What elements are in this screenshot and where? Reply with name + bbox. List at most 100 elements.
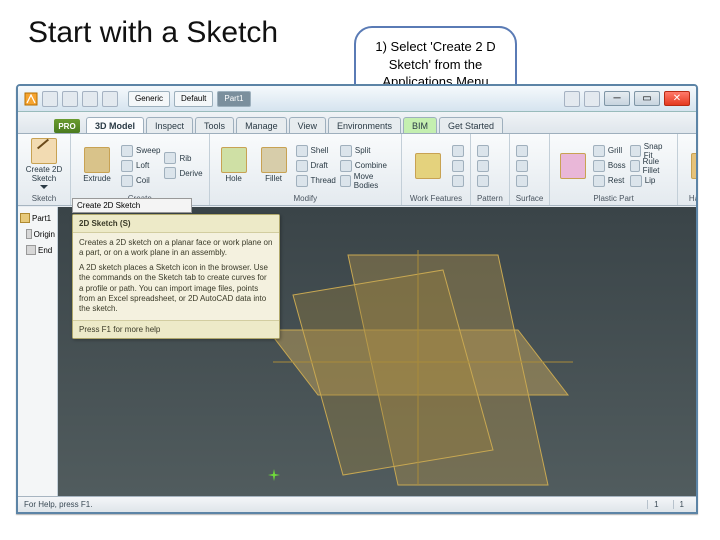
mirror-icon — [477, 175, 489, 187]
ucs-button[interactable] — [452, 174, 464, 188]
harness-button[interactable] — [684, 153, 698, 179]
ribbon-tabs: PRO 3D Model Inspect Tools Manage View E… — [18, 112, 696, 134]
axis-button[interactable] — [452, 144, 464, 158]
tooltip: 2D Sketch (S) Creates a 2D sketch on a p… — [72, 214, 280, 339]
window-close[interactable]: ✕ — [664, 91, 690, 106]
plastic-main[interactable] — [556, 153, 589, 179]
circ-pattern-button[interactable] — [477, 159, 489, 173]
movebodies-button[interactable]: Move Bodies — [340, 174, 395, 188]
sweep-icon — [121, 145, 133, 157]
plane-button[interactable] — [408, 153, 448, 179]
shell-button[interactable]: Shell — [296, 144, 336, 158]
lip-button[interactable]: Lip — [630, 174, 671, 188]
snapfit-button[interactable]: Snap Fit — [630, 144, 671, 158]
loft-button[interactable]: Loft — [121, 159, 160, 173]
tab-inspect[interactable]: Inspect — [146, 117, 193, 133]
status-seg1: 1 — [647, 500, 664, 509]
rest-icon — [593, 175, 605, 187]
snapfit-icon — [630, 145, 641, 157]
plane-icon — [415, 153, 441, 179]
loft-icon — [121, 160, 133, 172]
rib-button[interactable]: Rib — [164, 151, 202, 165]
combine-icon — [340, 160, 352, 172]
extrude-button[interactable]: Extrude — [77, 147, 117, 183]
derive-button[interactable]: Derive — [164, 166, 202, 180]
status-message: For Help, press F1. — [24, 500, 92, 509]
search-button[interactable] — [564, 91, 580, 107]
tree-end[interactable]: End — [26, 245, 55, 255]
boss-label: Boss — [608, 161, 626, 170]
tree-root[interactable]: Part1 — [20, 213, 55, 223]
grill-button[interactable]: Grill — [593, 144, 626, 158]
split-icon — [340, 145, 352, 157]
tab-file[interactable]: PRO — [54, 119, 80, 133]
combine-button[interactable]: Combine — [340, 159, 395, 173]
derive-icon — [164, 167, 176, 179]
modify-col2: Split Combine Move Bodies — [340, 144, 395, 188]
group-harness: Harness — [678, 134, 698, 205]
lip-label: Lip — [645, 176, 656, 185]
tab-getstarted[interactable]: Get Started — [439, 117, 503, 133]
tab-environments[interactable]: Environments — [328, 117, 401, 133]
grill-icon — [593, 145, 605, 157]
tab-tools[interactable]: Tools — [195, 117, 234, 133]
hole-icon — [221, 147, 247, 173]
status-seg2: 1 — [673, 500, 690, 509]
sweep-button[interactable]: Sweep — [121, 144, 160, 158]
group-create: Extrude Sweep Loft Coil Rib Derive Creat… — [71, 134, 210, 205]
split-button[interactable]: Split — [340, 144, 395, 158]
model-browser[interactable]: Part1 Origin End — [18, 207, 58, 496]
rulefillet-label: Rule Fillet — [643, 157, 671, 175]
plastic-icon — [560, 153, 586, 179]
part-icon — [20, 213, 30, 223]
doc-default[interactable]: Default — [174, 91, 213, 107]
shell-label: Shell — [311, 146, 329, 155]
lip-icon — [630, 175, 642, 187]
rest-button[interactable]: Rest — [593, 174, 626, 188]
boss-button[interactable]: Boss — [593, 159, 626, 173]
point-icon — [452, 160, 464, 172]
tab-manage[interactable]: Manage — [236, 117, 287, 133]
qat-redo[interactable] — [102, 91, 118, 107]
rect-pattern-button[interactable] — [477, 144, 489, 158]
create-small-col1: Sweep Loft Coil — [121, 144, 160, 188]
rulefillet-button[interactable]: Rule Fillet — [630, 159, 671, 173]
help-button[interactable] — [584, 91, 600, 107]
hole-button[interactable]: Hole — [216, 147, 252, 183]
extrude-label: Extrude — [83, 175, 111, 183]
sketch-icon — [31, 138, 57, 164]
chevron-down-icon — [40, 185, 48, 193]
mirror-button[interactable] — [477, 174, 489, 188]
surface-btn2[interactable] — [516, 159, 528, 173]
surface-btn3[interactable] — [516, 174, 528, 188]
fillet-icon — [261, 147, 287, 173]
qat-undo[interactable] — [82, 91, 98, 107]
draft-button[interactable]: Draft — [296, 159, 336, 173]
group-modify: Hole Fillet Shell Draft Thread Split Com… — [210, 134, 402, 205]
thread-button[interactable]: Thread — [296, 174, 336, 188]
rib-icon — [164, 152, 176, 164]
window-minimize[interactable]: ─ — [604, 91, 630, 106]
coil-button[interactable]: Coil — [121, 174, 160, 188]
rest-label: Rest — [608, 176, 624, 185]
group-pattern: Pattern — [471, 134, 510, 205]
fillet-button[interactable]: Fillet — [256, 147, 292, 183]
doc-part1[interactable]: Part1 — [217, 91, 250, 107]
surface-btn1[interactable] — [516, 144, 528, 158]
create-small-col2: Rib Derive — [164, 151, 202, 180]
qat-open[interactable] — [42, 91, 58, 107]
coil-icon — [121, 175, 133, 187]
doc-generic[interactable]: Generic — [128, 91, 170, 107]
loft-label: Loft — [136, 161, 149, 170]
group-label: Pattern — [477, 193, 503, 203]
create-2d-sketch-button[interactable]: Create 2D Sketch — [24, 138, 64, 193]
window-maximize[interactable]: ▭ — [634, 91, 660, 106]
tree-origin[interactable]: Origin — [26, 229, 55, 239]
tab-3dmodel[interactable]: 3D Model — [86, 117, 144, 133]
point-button[interactable] — [452, 159, 464, 173]
tab-view[interactable]: View — [289, 117, 326, 133]
qat-save[interactable] — [62, 91, 78, 107]
tab-bim[interactable]: BIM — [403, 117, 437, 133]
split-label: Split — [355, 146, 371, 155]
ribbon: Create 2D Sketch Sketch Extrude Sweep Lo… — [18, 134, 696, 206]
